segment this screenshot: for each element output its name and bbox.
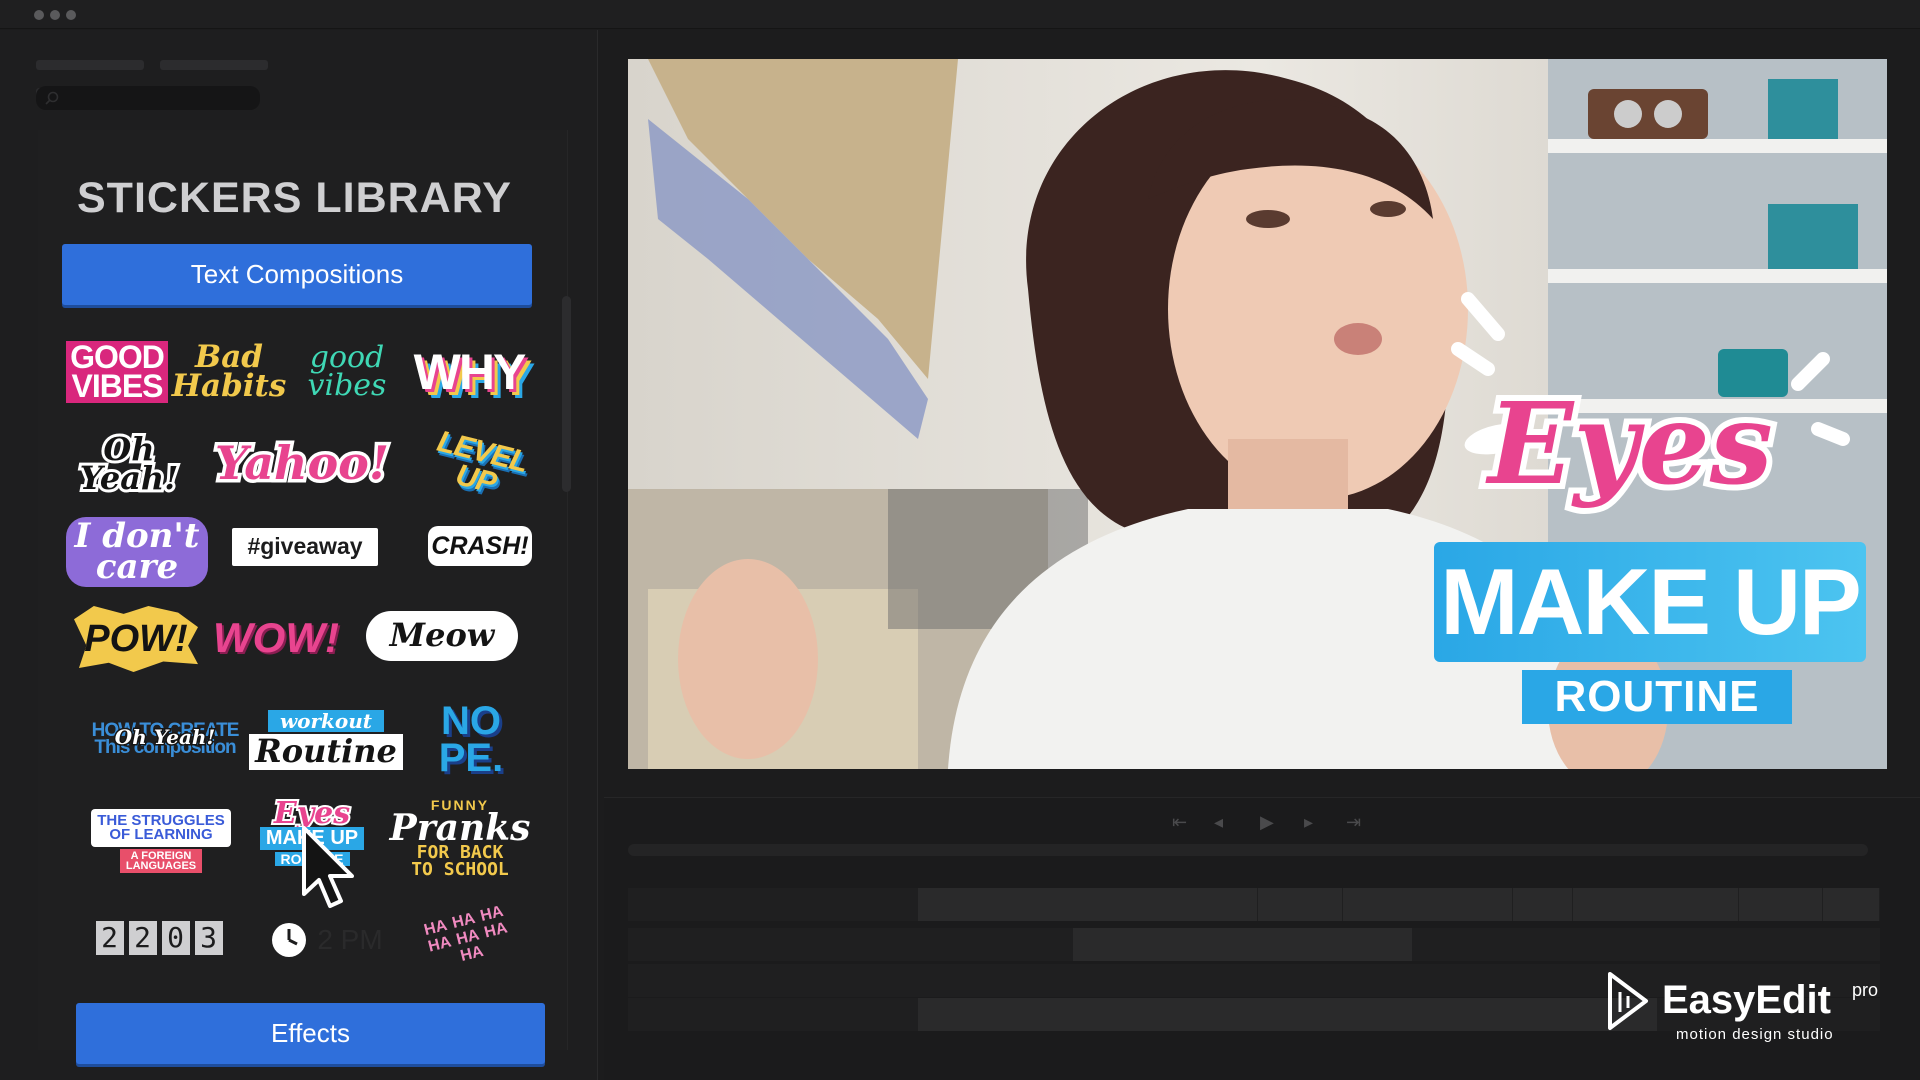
sticker-bad-habits-text: Bad Habits [171,339,287,404]
sticker-yahoo[interactable]: Yahoo! [211,428,392,498]
sticker-i-dont-care[interactable]: I don't care [66,514,208,590]
sticker-routine-text: Routine [249,734,403,770]
sticker-level-up[interactable]: LEVEL UP [420,425,538,504]
sticker-struggles-of-learning[interactable]: THE STRUGGLES OF LEARNING A FOREIGN LANG… [91,800,231,882]
sticker-why[interactable]: WHY [413,336,527,408]
placeholder-bar [36,60,144,70]
video-overlay-routine: ROUTINE [1522,670,1792,724]
minimize-window-dot[interactable] [50,10,60,20]
brand-tagline: motion design studio [1676,1026,1834,1043]
sticker-foreign-text: A FOREIGN LANGUAGES [119,848,203,873]
sticker-haha-text: HA HA HA HA HA HA HA [422,902,510,965]
sticker-pranks-text: Pranks [389,807,531,850]
video-overlay-make-up: MAKE UP [1434,542,1866,662]
sticker-struggles-text: THE STRUGGLES OF LEARNING [91,809,231,847]
sticker-how-to-create-script: Oh Yeah! [110,722,220,752]
clock-icon [272,923,307,957]
timeline-clip[interactable] [1739,888,1823,921]
sticker-clock-time: 2 PM [317,924,383,956]
counter-digit: 0 [161,921,190,955]
sticker-giveaway-text: #giveaway [247,533,363,560]
easyedit-logo-icon [1608,972,1648,1030]
sticker-good-vibes-script[interactable]: good vibes [294,336,400,408]
sticker-pow-text: POW! [84,617,188,660]
sticker-workout-routine[interactable]: workout Routine [249,702,403,778]
timeline-clip[interactable] [918,998,1658,1031]
sticker-good-vibes[interactable]: GOOD VIBES [66,336,168,408]
sticker-pow[interactable]: POW! [74,606,198,672]
counter-digit: 2 [95,921,124,955]
close-window-dot[interactable] [34,10,44,20]
brand-name: EasyEdit [1662,978,1831,1022]
sticker-good-vibes-script-text: good vibes [307,340,387,403]
timeline-clip[interactable] [1573,888,1739,921]
sticker-yahoo-text: Yahoo! [211,435,392,490]
sticker-bad-habits[interactable]: Bad Habits [170,336,288,408]
sticker-giveaway[interactable]: #giveaway [232,528,378,566]
timeline-clip[interactable] [1513,888,1573,921]
timeline-clip[interactable] [1823,888,1880,921]
sticker-workout-text: workout [267,710,385,733]
effects-category-button[interactable]: Effects [76,1003,545,1064]
sticker-why-text: WHY [413,344,527,400]
timeline-ruler[interactable] [628,844,1868,856]
sticker-i-dont-care-text: I don't care [66,516,208,588]
sticker-oh-yeah[interactable]: Oh Yeah! [74,429,184,497]
maximize-window-dot[interactable] [66,10,76,20]
sticker-meow[interactable]: Meow [362,598,522,674]
play-icon[interactable]: ▶ [1260,812,1274,833]
skip-to-start-icon[interactable]: ⇤ [1172,812,1187,833]
sticker-clock[interactable]: 2 PM [268,920,386,960]
sticker-good-vibes-text: GOOD VIBES [66,340,168,404]
sticker-how-to-create-script-text: Oh Yeah! [113,724,216,749]
app-window: STICKERS LIBRARY Text Compositions GOOD … [0,0,1920,1080]
library-title: STICKERS LIBRARY [77,174,512,222]
timeline-clip[interactable] [918,888,1258,921]
placeholder-bar [160,60,268,70]
sticker-meow-text: Meow [365,611,519,661]
sticker-eyes-small-text: Eyes [272,795,352,831]
video-preview[interactable]: Eyes MAKE UP ROUTINE [628,59,1887,769]
brand-suffix: pro [1852,980,1879,1000]
timeline-clip[interactable] [1343,888,1513,921]
sticker-crash[interactable]: CRASH! [428,526,532,566]
step-back-icon[interactable]: ◂ [1214,812,1223,833]
sticker-nope[interactable]: NO PE. [428,700,514,780]
sticker-wow-text: WOW! [213,613,339,661]
counter-digit: 3 [194,921,223,955]
brand-watermark: EasyEdit pro motion design studio [1604,968,1904,1048]
category-text-compositions-button[interactable]: Text Compositions [62,244,532,305]
skip-to-end-icon[interactable]: ⇥ [1346,812,1361,833]
video-overlay-eyes: Eyes [1482,379,1779,510]
timeline-clip[interactable] [1073,928,1413,961]
sticker-counter[interactable]: 2 2 0 3 [90,918,228,958]
sticker-level-up-text: LEVEL UP [433,425,531,500]
sticker-haha[interactable]: HA HA HA HA HA HA HA [420,890,516,986]
sticker-wow[interactable]: WOW! [210,610,342,666]
sticker-nope-text: NO PE. [438,699,504,780]
timeline-clip[interactable] [1258,888,1343,921]
panel-scrollbar[interactable] [562,296,571,492]
search-icon [45,91,59,105]
step-forward-icon[interactable]: ▸ [1304,812,1313,833]
title-bar [0,0,1920,29]
sticker-funny-pranks[interactable]: FUNNY Pranks FOR BACK TO SCHOOL [389,796,531,882]
search-field[interactable] [36,86,260,110]
counter-digit: 2 [128,921,157,955]
mouse-cursor-icon [302,826,354,908]
sticker-back-to-school-text: FOR BACK TO SCHOOL [411,842,509,880]
sticker-crash-text: CRASH! [431,531,529,560]
sticker-oh-yeah-text: Oh Yeah! [77,429,181,497]
